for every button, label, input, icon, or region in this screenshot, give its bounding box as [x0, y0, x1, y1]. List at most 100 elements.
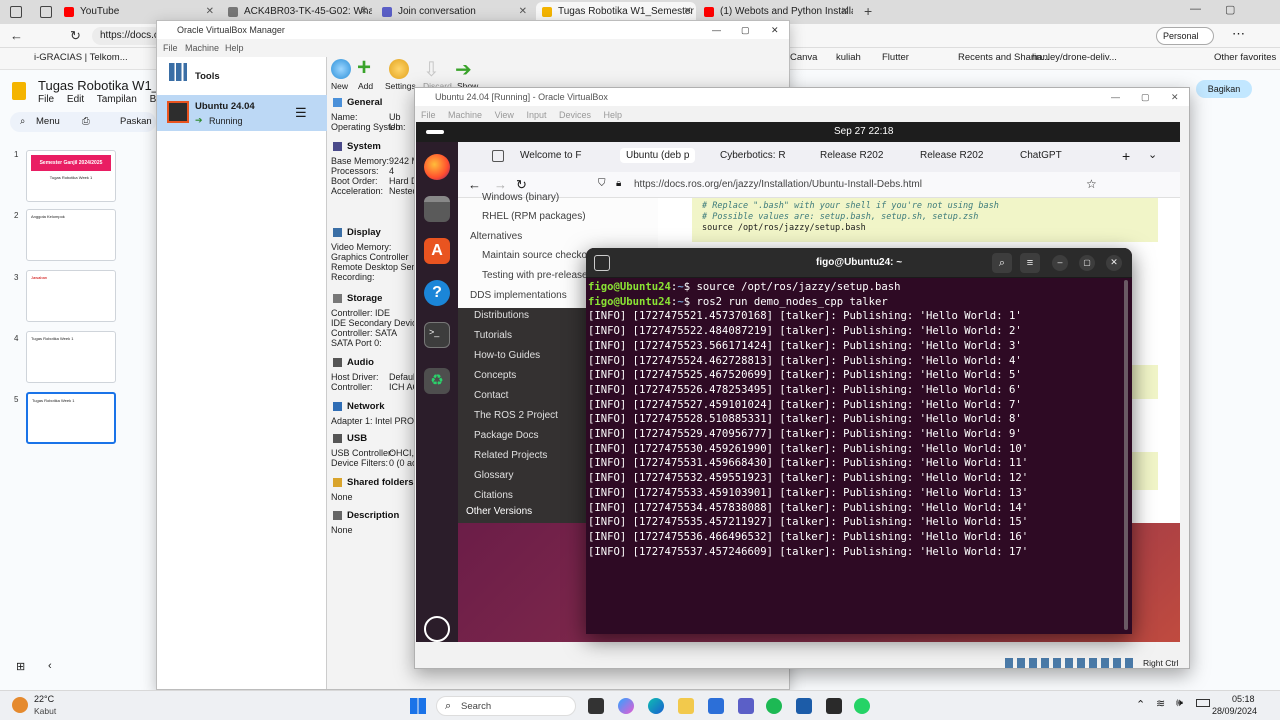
vm-list-item-ubuntu[interactable]: Ubuntu 24.04 ➔ Running ☰: [157, 95, 327, 131]
search-icon[interactable]: ⌕: [20, 112, 25, 132]
slides-paste[interactable]: Paskan: [120, 112, 152, 132]
firefox-tab-6[interactable]: ChatGPT: [1020, 150, 1062, 161]
ros-nav-item[interactable]: Package Docs: [474, 430, 538, 441]
slides-menu-edit[interactable]: Edit: [67, 94, 84, 105]
slides-menu-file[interactable]: File: [38, 94, 54, 105]
terminal-output[interactable]: figo@Ubuntu24:~$ source /opt/ros/jazzy/s…: [588, 280, 1028, 559]
show-icon[interactable]: ➔: [455, 57, 472, 82]
vm-menu-view[interactable]: View: [495, 110, 514, 120]
volume-icon[interactable]: 🕪︎: [1176, 697, 1183, 710]
firefox-icon[interactable]: [424, 154, 450, 180]
add-label[interactable]: Add: [358, 81, 373, 91]
bookmark-star-icon[interactable]: ☆: [1086, 177, 1097, 191]
slides-menu-view[interactable]: Tampilan: [97, 94, 137, 105]
vm-menu-input[interactable]: Input: [526, 110, 546, 120]
wifi-icon[interactable]: ≋: [1156, 697, 1165, 710]
window-menu-icon[interactable]: [10, 6, 22, 18]
network-section-heading[interactable]: Network: [347, 401, 384, 412]
activities-indicator[interactable]: [426, 130, 444, 134]
vm-menu-help[interactable]: Help: [604, 110, 623, 120]
usb-section-heading[interactable]: USB: [347, 433, 367, 444]
close-tab-icon[interactable]: ✕: [684, 2, 692, 22]
vm-menu-machine[interactable]: Machine: [448, 110, 482, 120]
ros-nav-item[interactable]: Tutorials: [474, 330, 512, 341]
favorite-other[interactable]: Other favorites: [1214, 52, 1276, 63]
weather-icon[interactable]: [12, 697, 28, 713]
start-button-icon[interactable]: [410, 698, 426, 714]
display-section-heading[interactable]: Display: [347, 227, 381, 238]
general-section-heading[interactable]: General: [347, 97, 382, 108]
list-tabs-icon[interactable]: ⌄: [1148, 148, 1157, 161]
storage-section-heading[interactable]: Storage: [347, 293, 382, 304]
vbm-menu-file[interactable]: File: [163, 43, 178, 53]
browser-more-icon[interactable]: ⋯: [1232, 26, 1245, 42]
vm-menu-icon[interactable]: ☰: [295, 105, 307, 121]
terminal-menu-icon[interactable]: ≡: [1020, 253, 1040, 273]
teams-icon[interactable]: [738, 698, 754, 714]
vscode-icon[interactable]: [826, 698, 842, 714]
ff-reload-icon[interactable]: ↻: [516, 177, 527, 193]
battery-icon[interactable]: [1196, 699, 1210, 707]
ros-nav-item[interactable]: Maintain source checkout: [482, 250, 595, 261]
new-tab-icon[interactable]: [594, 255, 610, 271]
collapse-panel-icon[interactable]: ‹: [48, 660, 52, 672]
browser-tab-4[interactable]: Tugas Robotika W1_Semester Ga ✕: [536, 2, 696, 22]
show-apps-icon[interactable]: [424, 616, 450, 642]
firefox-tab-5[interactable]: Release R202: [920, 150, 983, 161]
url-input[interactable]: https://docs.c: [92, 27, 162, 45]
refresh-icon[interactable]: ↻: [70, 28, 81, 44]
share-button[interactable]: Bagikan: [1196, 80, 1252, 98]
slide-thumbnail-5[interactable]: Tugas Robotika Week 1: [26, 392, 116, 444]
new-vm-icon[interactable]: [331, 59, 351, 79]
edge-icon[interactable]: [648, 698, 664, 714]
weather-temp[interactable]: 22°C: [34, 694, 54, 704]
tools-label[interactable]: Tools: [195, 71, 220, 82]
new-label[interactable]: New: [331, 81, 348, 91]
maximize-browser-button[interactable]: ▢: [1225, 3, 1235, 16]
slide-thumbnail-4[interactable]: Tugas Robotika Week 1: [26, 331, 116, 383]
browser-tab-5[interactable]: (1) Webots and Python Installati ✕: [698, 2, 853, 22]
grid-view-icon[interactable]: ⊞: [16, 660, 25, 673]
system-section-heading[interactable]: System: [347, 141, 381, 152]
spotify-icon[interactable]: [766, 698, 782, 714]
taskbar-time[interactable]: 05:18: [1232, 694, 1255, 704]
favorite-igracias[interactable]: i-GRACIAS | Telkom...: [34, 52, 128, 63]
minimize-button[interactable]: —: [712, 21, 721, 39]
terminal-scrollbar[interactable]: [1124, 280, 1128, 630]
ros-nav-item[interactable]: Related Projects: [474, 450, 547, 461]
whatsapp-icon[interactable]: [854, 698, 870, 714]
ros-nav-item[interactable]: DDS implementations: [470, 290, 567, 301]
files-icon[interactable]: [424, 196, 450, 222]
trash-icon[interactable]: ♻: [424, 368, 450, 394]
vm-maximize-button[interactable]: ▢: [1141, 88, 1150, 106]
vm-menu-file[interactable]: File: [421, 110, 436, 120]
firefox-new-tab-button[interactable]: +: [1122, 148, 1130, 164]
terminal-minimize-button[interactable]: –: [1052, 255, 1068, 271]
ros-nav-item[interactable]: Alternatives: [470, 231, 522, 242]
firefox-view-icon[interactable]: [492, 150, 504, 162]
vm-status-icons[interactable]: [1005, 658, 1135, 668]
minimize-browser-button[interactable]: —: [1190, 3, 1201, 15]
vm-menu-devices[interactable]: Devices: [559, 110, 591, 120]
shared-section-heading[interactable]: Shared folders: [347, 477, 414, 488]
back-icon[interactable]: ←: [10, 28, 23, 43]
settings-label[interactable]: Settings: [385, 81, 416, 91]
ff-back-icon[interactable]: ←: [468, 177, 481, 192]
audio-section-heading[interactable]: Audio: [347, 357, 374, 368]
taskbar-date[interactable]: 28/09/2024: [1212, 706, 1257, 716]
tray-chevron-icon[interactable]: ⌃: [1136, 698, 1145, 711]
ros-nav-item[interactable]: Testing with pre-release: [482, 270, 588, 281]
vbm-menu-help[interactable]: Help: [225, 43, 244, 53]
task-view-icon[interactable]: [588, 698, 604, 714]
browser-tab-3[interactable]: Join conversation ✕: [376, 2, 531, 22]
favorite-kuliah[interactable]: kuliah: [836, 52, 861, 63]
slide-thumbnail-3[interactable]: Jawaban: [26, 270, 116, 322]
firefox-tab-4[interactable]: Release R202: [820, 150, 883, 161]
close-tab-icon[interactable]: ✕: [519, 2, 527, 22]
favorite-canva[interactable]: Canva: [790, 52, 817, 63]
favorite-drone[interactable]: hanley/drone-deliv...: [1032, 52, 1117, 63]
copilot-icon[interactable]: [618, 698, 634, 714]
file-explorer-icon[interactable]: [678, 698, 694, 714]
ros-nav-item[interactable]: RHEL (RPM packages): [482, 211, 586, 222]
add-vm-icon[interactable]: +: [357, 56, 371, 80]
